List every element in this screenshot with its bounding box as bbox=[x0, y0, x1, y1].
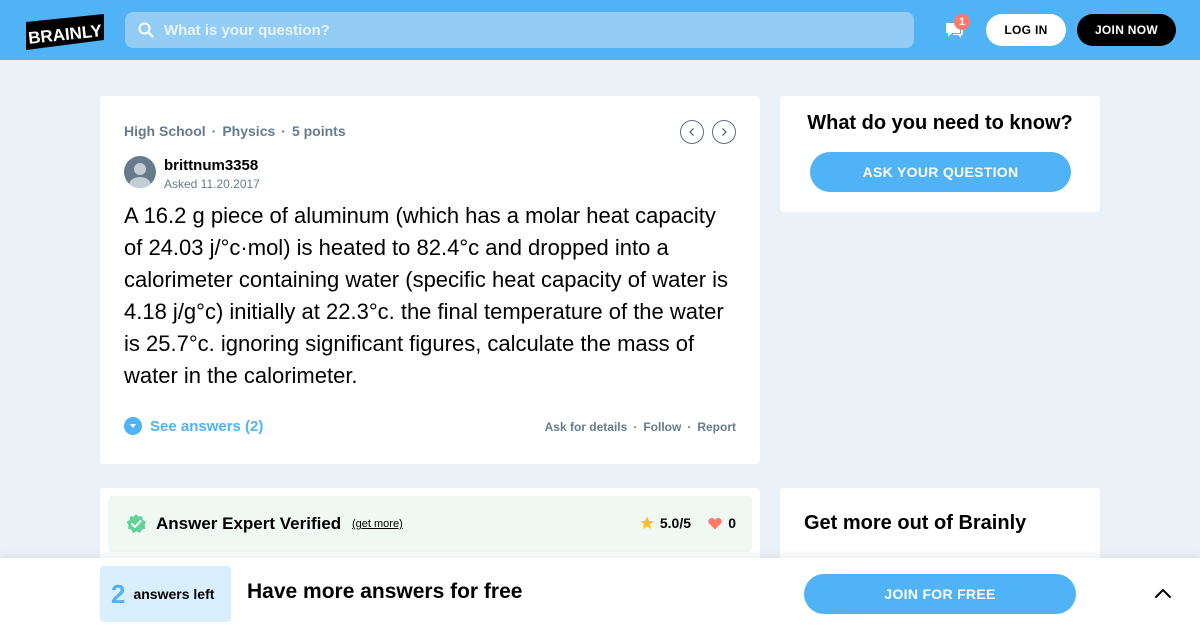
chevron-left-icon bbox=[689, 128, 694, 136]
answers-left-pill: 2 answers left bbox=[100, 566, 231, 622]
banner-message: Have more answers for free bbox=[247, 580, 523, 603]
answers-left-count: 2 bbox=[111, 578, 126, 609]
top-bar: BRAINLY 1 LOG IN JOIN NOW bbox=[0, 0, 1200, 60]
question-actions: Ask for details · Follow · Report bbox=[545, 420, 736, 434]
see-answers-label: See answers (2) bbox=[150, 417, 264, 435]
separator: · bbox=[211, 123, 217, 139]
user-icon bbox=[129, 163, 151, 188]
question-text: A 16.2 g piece of aluminum (which has a … bbox=[124, 203, 729, 388]
ask-for-details-link[interactable]: Ask for details bbox=[545, 420, 628, 434]
chevron-right-icon bbox=[722, 128, 727, 136]
login-button[interactable]: LOG IN bbox=[986, 14, 1066, 46]
see-answers-button[interactable]: See answers (2) bbox=[124, 417, 263, 435]
get-more-link[interactable]: (get more) bbox=[352, 518, 403, 530]
notification-badge: 1 bbox=[954, 14, 970, 30]
verified-title: Answer Expert Verified bbox=[156, 514, 342, 533]
chevron-up-icon[interactable] bbox=[1152, 584, 1174, 602]
question-meta: High School · Physics · 5 points bbox=[124, 123, 346, 139]
question-card: High School · Physics · 5 points brittnu… bbox=[100, 96, 760, 464]
previous-question-button[interactable] bbox=[680, 120, 704, 144]
rating-value: 5.0/5 bbox=[659, 515, 691, 531]
separator: · bbox=[281, 123, 286, 139]
search-input[interactable] bbox=[164, 21, 864, 39]
ask-question-card: What do you need to know? ASK YOUR QUEST… bbox=[780, 96, 1100, 212]
avatar[interactable] bbox=[124, 156, 156, 188]
search-bar[interactable] bbox=[125, 12, 914, 48]
heart-icon bbox=[708, 517, 722, 529]
likes[interactable]: 0 bbox=[708, 515, 736, 531]
separator: · bbox=[687, 420, 692, 434]
ask-question-button[interactable]: ASK YOUR QUESTION bbox=[810, 152, 1071, 192]
points-label: 5 points bbox=[291, 123, 346, 139]
asked-date: Asked 11.20.2017 bbox=[164, 177, 260, 191]
brainly-logo[interactable]: BRAINLY bbox=[24, 14, 106, 50]
search-icon bbox=[138, 22, 154, 38]
bottom-banner: 2 answers left Have more answers for fre… bbox=[0, 558, 1200, 630]
get-more-title: Get more out of Brainly bbox=[804, 512, 1027, 534]
report-link[interactable]: Report bbox=[697, 420, 736, 434]
answers-left-label: answers left bbox=[133, 586, 215, 602]
verified-badge-icon bbox=[126, 514, 146, 533]
likes-count: 0 bbox=[728, 515, 736, 531]
join-for-free-button[interactable]: JOIN FOR FREE bbox=[804, 574, 1076, 614]
join-now-button[interactable]: JOIN NOW bbox=[1077, 14, 1176, 46]
star-icon bbox=[640, 516, 654, 529]
author-name[interactable]: brittnum3358 bbox=[164, 157, 258, 174]
chevron-down-icon bbox=[124, 417, 142, 435]
ask-title: What do you need to know? bbox=[807, 112, 1073, 134]
follow-link[interactable]: Follow bbox=[643, 420, 681, 434]
question-navigation bbox=[680, 120, 736, 144]
verified-answer-header: Answer Expert Verified (get more) 5.0/5 … bbox=[108, 496, 752, 552]
subject-link[interactable]: Physics bbox=[222, 123, 275, 139]
separator: · bbox=[633, 420, 638, 434]
level-link[interactable]: High School bbox=[124, 123, 206, 139]
rating: 5.0/5 bbox=[640, 515, 691, 531]
next-question-button[interactable] bbox=[712, 120, 736, 144]
